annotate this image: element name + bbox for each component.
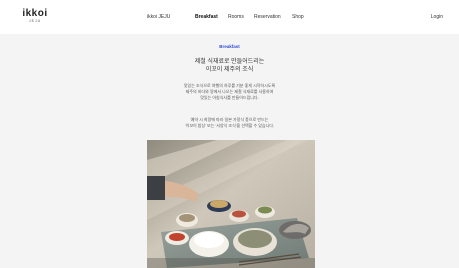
- nav-item-rooms[interactable]: Rooms: [228, 13, 244, 21]
- reservation-note: 예약 시 희망에 따라 일본 가정식 풍으로 만드는 '이꼬이 밥상' 또는 '…: [0, 117, 459, 129]
- section-label: Breakfast: [219, 44, 240, 49]
- main-nav: ikkoi JEJU Breakfast Rooms Reservation S…: [0, 13, 459, 21]
- nav-item-shop[interactable]: Shop: [292, 13, 304, 21]
- nav-item-reservation[interactable]: Reservation: [254, 13, 281, 21]
- login-link[interactable]: Login: [431, 13, 443, 21]
- breakfast-section: Breakfast 제철 식재료로 만들어드리는 이꼬이 제주의 조식 맛있는 …: [0, 34, 459, 268]
- description-paragraph: 맛있는 조식으로 여행의 하루를 기분 좋게 시작하시도록 제주의 바다와 땅에…: [0, 83, 459, 102]
- description-line-3: 맛있는 아침식사를 만들어드립니다.: [200, 95, 259, 101]
- breakfast-table-illustration: [147, 140, 315, 268]
- headline-line-1: 제철 식재료로 만들어드리는: [194, 59, 265, 65]
- breakfast-photo: [147, 140, 315, 268]
- headline-line-2: 이꼬이 제주의 조식: [205, 67, 254, 73]
- page-headline: 제철 식재료로 만들어드리는 이꼬이 제주의 조식: [0, 58, 459, 74]
- site-header: ikkoi JEJU ikkoi JEJU Breakfast Rooms Re…: [0, 0, 459, 34]
- nav-item-breakfast[interactable]: Breakfast: [195, 13, 218, 21]
- note-line-2: '이꼬이 밥상' 또는 '서양식 조식'을 선택할 수 있습니다.: [184, 123, 275, 129]
- nav-item-ikkoi-jeju[interactable]: ikkoi JEJU: [147, 13, 170, 21]
